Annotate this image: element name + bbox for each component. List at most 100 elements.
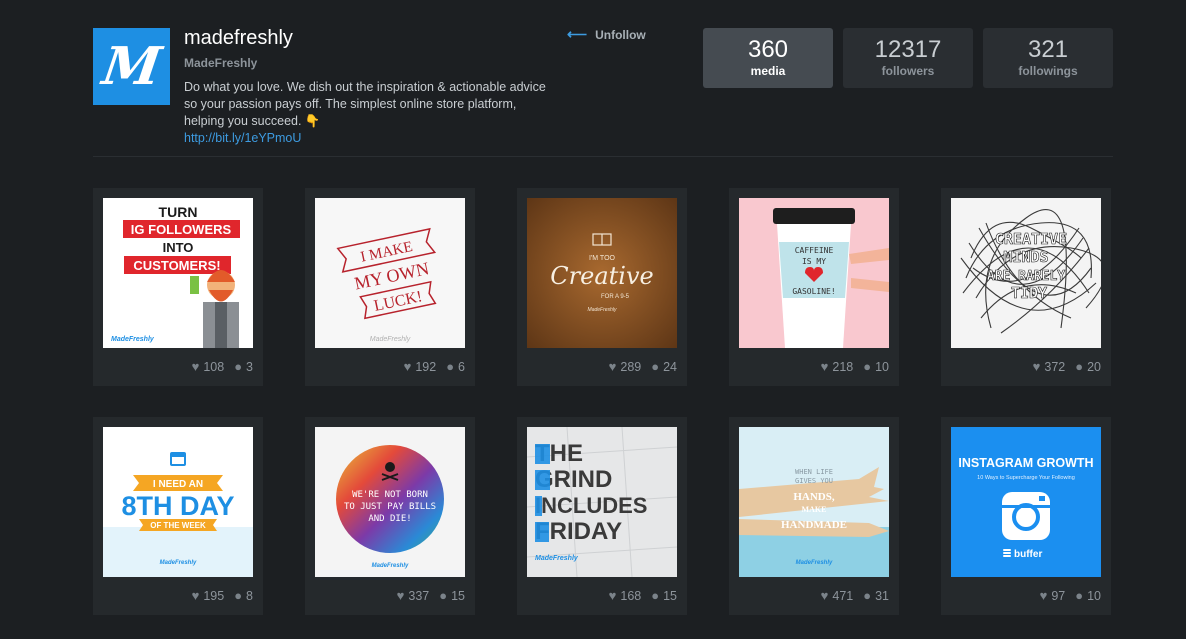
- post-text: 10 Ways to Supercharge Your Following: [977, 475, 1075, 481]
- heart-icon[interactable]: ♥: [1040, 588, 1048, 603]
- post-text: MadeFreshly: [111, 336, 155, 343]
- media-card[interactable]: WHEN LIFE GIVES YOU HANDS, MAKE HANDMADE…: [729, 417, 899, 615]
- profile-header: M madefreshly MadeFreshly Do what you lo…: [93, 26, 1113, 156]
- media-card[interactable]: I MAKE MY OWN LUCK! MadeFreshly ♥ 192 ● …: [305, 188, 475, 386]
- comment-bubble-icon[interactable]: ●: [1075, 588, 1083, 603]
- media-card[interactable]: I'M TOO Creative FOR A 9-5 MadeFreshly ♥…: [517, 188, 687, 386]
- post-text: TO JUST PAY BILLS: [344, 502, 436, 512]
- post-text: IS MY: [802, 257, 826, 266]
- media-image[interactable]: I'M TOO Creative FOR A 9-5 MadeFreshly: [527, 198, 677, 348]
- avatar-letter: M: [98, 35, 165, 97]
- unfollow-label: Unfollow: [595, 27, 646, 42]
- heart-icon[interactable]: ♥: [1033, 359, 1041, 374]
- comment-bubble-icon[interactable]: ●: [863, 359, 871, 374]
- stat-value: 321: [1027, 36, 1069, 63]
- comment-bubble-icon[interactable]: ●: [446, 359, 454, 374]
- media-stats: ♥ 168 ● 15: [609, 588, 677, 603]
- media-stats: ♥ 372 ● 20: [1033, 359, 1101, 374]
- bio-text: Do what you love. We dish out the inspir…: [184, 80, 546, 128]
- heart-icon[interactable]: ♥: [397, 588, 405, 603]
- media-image[interactable]: WHEN LIFE GIVES YOU HANDS, MAKE HANDMADE…: [739, 427, 889, 577]
- like-count: 471: [832, 588, 854, 603]
- like-count: 108: [203, 359, 225, 374]
- stat-media[interactable]: 360 media: [703, 28, 833, 88]
- username: madefreshly: [184, 27, 293, 49]
- heart-icon[interactable]: ♥: [192, 359, 200, 374]
- post-text: OF THE WEEK: [150, 521, 206, 530]
- profile-avatar[interactable]: M: [93, 28, 170, 105]
- post-text: GIVES YOU: [795, 477, 833, 485]
- media-card[interactable]: I NEED AN 8TH DAY OF THE WEEK MadeFreshl…: [93, 417, 263, 615]
- media-card[interactable]: CREATIVE MINDS ARE RARELY TIDY ♥ 372 ● 2…: [941, 188, 1111, 386]
- heart-icon[interactable]: ♥: [609, 359, 617, 374]
- media-image[interactable]: I MAKE MY OWN LUCK! MadeFreshly: [315, 198, 465, 348]
- media-stats: ♥ 337 ● 15: [397, 588, 465, 603]
- post-text: MAKE: [802, 505, 827, 514]
- post-text: ARE RARELY: [987, 269, 1065, 284]
- comment-bubble-icon[interactable]: ●: [1075, 359, 1083, 374]
- media-image[interactable]: CAFFEINE IS MY GASOLINE!: [739, 198, 889, 348]
- comment-count: 20: [1087, 359, 1101, 374]
- media-image[interactable]: CREATIVE MINDS ARE RARELY TIDY: [951, 198, 1101, 348]
- post-text: buffer: [1014, 549, 1042, 560]
- comment-count: 6: [458, 359, 465, 374]
- media-stats: ♥ 289 ● 24: [609, 359, 677, 374]
- heart-icon[interactable]: ♥: [404, 359, 412, 374]
- comment-bubble-icon[interactable]: ●: [234, 359, 242, 374]
- profile-link[interactable]: http://bit.ly/1eYPmoU: [184, 131, 564, 145]
- comment-count: 8: [246, 588, 253, 603]
- post-text: INSTAGRAM GROWTH: [958, 456, 1093, 470]
- media-card[interactable]: INSTAGRAM GROWTH 10 Ways to Supercharge …: [941, 417, 1111, 615]
- like-count: 372: [1044, 359, 1066, 374]
- post-text: HANDS,: [793, 491, 835, 503]
- stat-label: followers: [881, 64, 935, 78]
- comment-bubble-icon[interactable]: ●: [651, 588, 659, 603]
- comment-count: 10: [875, 359, 889, 374]
- arrow-left-icon: ⟵: [567, 26, 588, 42]
- media-card[interactable]: THE GRIND INCLUDES FRIDAY MadeFreshly ♥ …: [517, 417, 687, 615]
- like-count: 168: [620, 588, 642, 603]
- like-count: 289: [620, 359, 642, 374]
- comment-count: 15: [663, 588, 677, 603]
- heart-icon[interactable]: ♥: [192, 588, 200, 603]
- media-card[interactable]: WE'RE NOT BORN TO JUST PAY BILLS AND DIE…: [305, 417, 475, 615]
- comment-count: 10: [1087, 588, 1101, 603]
- stat-value: 12317: [874, 36, 942, 63]
- post-text: MadeFreshly: [535, 555, 579, 562]
- post-text: GASOLINE!: [792, 287, 835, 296]
- post-text: AND DIE!: [368, 514, 411, 524]
- media-stats: ♥ 192 ● 6: [404, 359, 465, 374]
- comment-count: 24: [663, 359, 677, 374]
- like-count: 337: [408, 588, 430, 603]
- heart-icon[interactable]: ♥: [821, 359, 829, 374]
- comment-bubble-icon[interactable]: ●: [439, 588, 447, 603]
- comment-bubble-icon[interactable]: ●: [651, 359, 659, 374]
- stat-followings[interactable]: 321 followings: [983, 28, 1113, 88]
- heart-icon[interactable]: ♥: [609, 588, 617, 603]
- media-image[interactable]: WE'RE NOT BORN TO JUST PAY BILLS AND DIE…: [315, 427, 465, 577]
- media-stats: ♥ 218 ● 10: [821, 359, 889, 374]
- stat-label: media: [750, 64, 786, 78]
- post-text: CUSTOMERS!: [133, 258, 220, 273]
- comment-bubble-icon[interactable]: ●: [863, 588, 871, 603]
- post-text: TIDY: [1011, 284, 1047, 302]
- like-count: 97: [1051, 588, 1066, 603]
- post-text: MadeFreshly: [372, 563, 409, 569]
- media-image[interactable]: TURN IG FOLLOWERS INTO CUSTOMERS! MadeFr…: [103, 198, 253, 348]
- comment-bubble-icon[interactable]: ●: [234, 588, 242, 603]
- media-image[interactable]: INSTAGRAM GROWTH 10 Ways to Supercharge …: [951, 427, 1101, 577]
- post-text: I NEED AN: [153, 479, 203, 490]
- post-text: IG FOLLOWERS: [131, 222, 232, 237]
- media-image[interactable]: I NEED AN 8TH DAY OF THE WEEK MadeFreshl…: [103, 427, 253, 577]
- profile-info: madefreshly MadeFreshly Do what you love…: [184, 26, 564, 145]
- media-card[interactable]: TURN IG FOLLOWERS INTO CUSTOMERS! MadeFr…: [93, 188, 263, 386]
- post-text: MadeFreshly: [370, 336, 411, 343]
- heart-icon[interactable]: ♥: [821, 588, 829, 603]
- full-name: MadeFreshly: [184, 56, 258, 70]
- media-image[interactable]: THE GRIND INCLUDES FRIDAY MadeFreshly: [527, 427, 677, 577]
- media-card[interactable]: CAFFEINE IS MY GASOLINE! ♥ 218 ● 10: [729, 188, 899, 386]
- post-text: CREATIVE: [995, 230, 1067, 248]
- unfollow-button[interactable]: ⟵ Unfollow: [567, 26, 646, 43]
- stat-followers[interactable]: 12317 followers: [843, 28, 973, 88]
- post-text: I'M TOO: [589, 255, 616, 262]
